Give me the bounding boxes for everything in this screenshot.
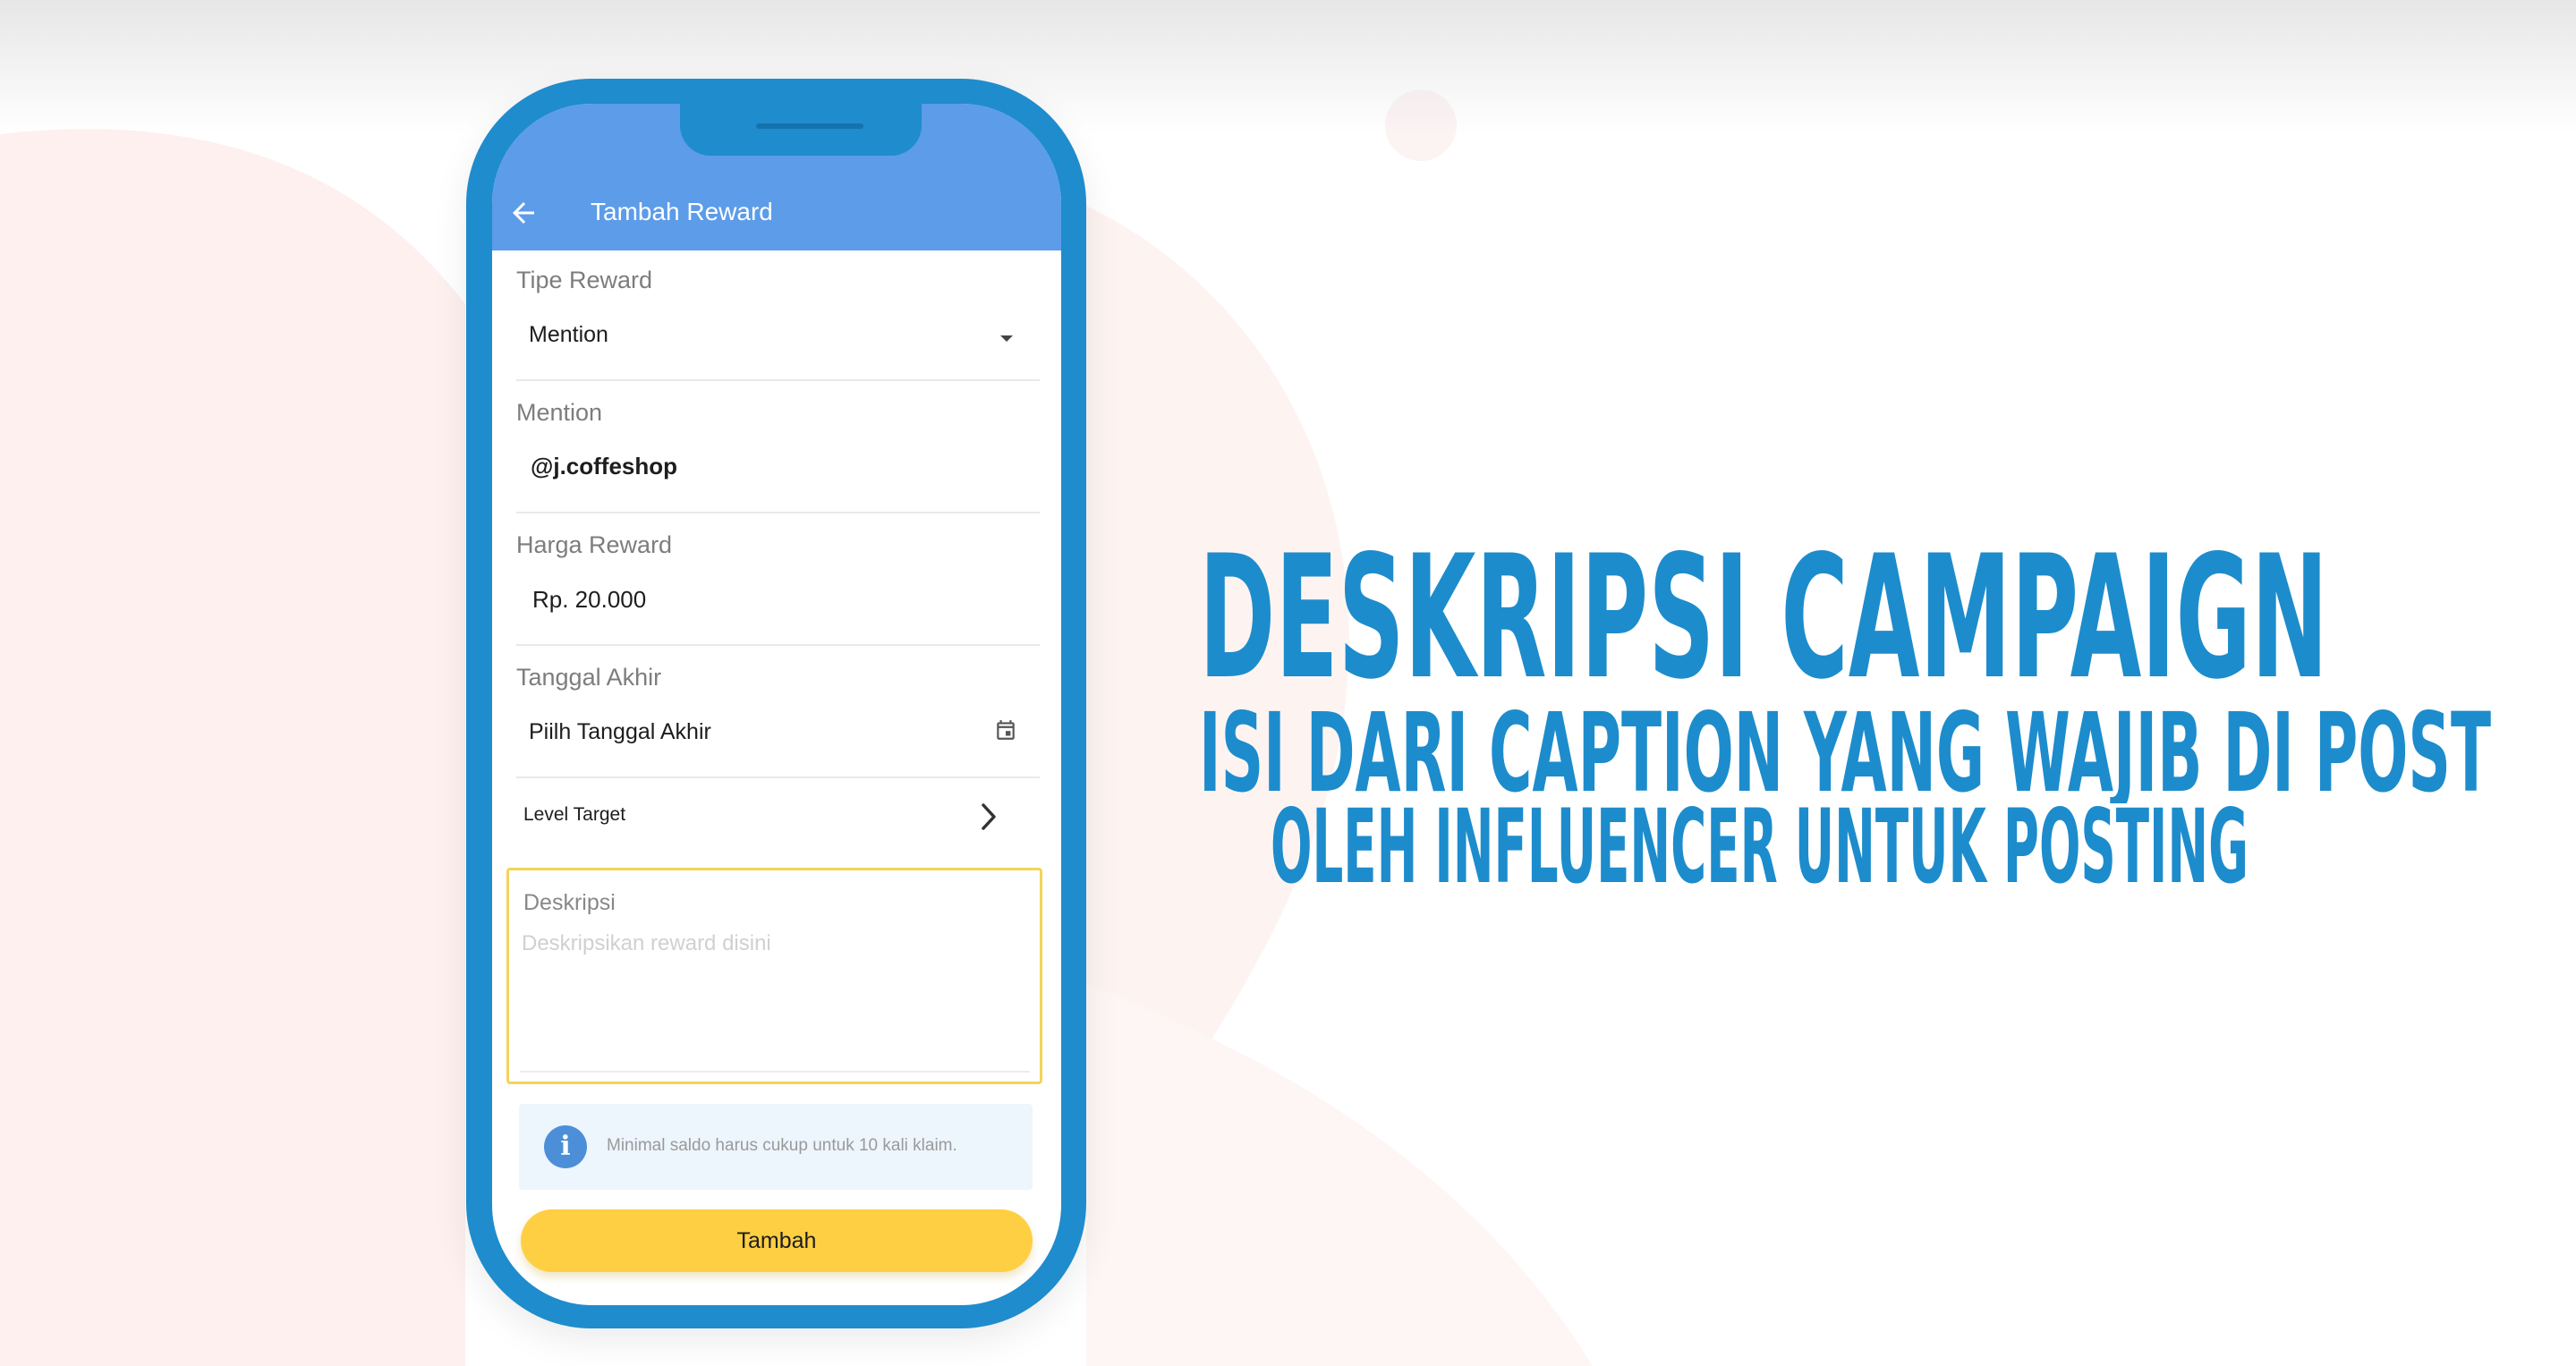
mention-field[interactable]: Mention @j.coffeshop bbox=[516, 399, 1040, 515]
info-banner: i Minimal saldo harus cukup untuk 10 kal… bbox=[519, 1104, 1033, 1190]
info-icon: i bbox=[544, 1125, 587, 1168]
divider bbox=[516, 644, 1040, 646]
chevron-right-icon bbox=[982, 803, 996, 830]
reward-type-dropdown[interactable]: Tipe Reward Mention bbox=[516, 267, 1040, 383]
end-date-picker[interactable]: Tanggal Akhir Piilh Tanggal Akhir bbox=[516, 664, 1040, 780]
app-bar-title: Tambah Reward bbox=[591, 198, 773, 225]
description-input[interactable] bbox=[520, 929, 1024, 1040]
mention-label: Mention bbox=[516, 399, 603, 426]
caret-down-icon bbox=[1000, 335, 1013, 342]
caption-heading-text: DESKRIPSI CAMPAIGN bbox=[1199, 542, 2328, 694]
calendar-icon[interactable] bbox=[994, 718, 1017, 742]
level-target-row[interactable]: Level Target bbox=[516, 768, 1040, 857]
info-text: Minimal saldo harus cukup untuk 10 kali … bbox=[607, 1136, 957, 1155]
top-shade bbox=[0, 0, 2576, 134]
arrow-left-icon[interactable] bbox=[507, 197, 540, 229]
end-date-value: Piilh Tanggal Akhir bbox=[529, 719, 711, 744]
caption-heading: DESKRIPSI CAMPAIGN bbox=[1199, 542, 2328, 694]
submit-button[interactable]: Tambah bbox=[521, 1209, 1033, 1272]
phone-frame: Tambah Reward Tipe Reward Mention Mentio… bbox=[466, 79, 1086, 1328]
mention-value: @j.coffeshop bbox=[531, 453, 678, 479]
divider bbox=[516, 379, 1040, 381]
divider bbox=[520, 1071, 1030, 1073]
phone-screen: Tambah Reward Tipe Reward Mention Mentio… bbox=[492, 104, 1061, 1305]
price-value: Rp. 20.000 bbox=[532, 586, 647, 613]
end-date-label: Tanggal Akhir bbox=[516, 664, 662, 691]
caption-line-2-text: OLEH INFLUENCER UNTUK POSTING bbox=[1271, 802, 2249, 895]
caption-line-2: OLEH INFLUENCER UNTUK POSTING bbox=[1271, 802, 2249, 895]
caption-line-1: ISI DARI CAPTION YANG WAJIB DI POST bbox=[1199, 705, 2491, 803]
speaker-grille bbox=[756, 123, 863, 129]
reward-type-value: Mention bbox=[529, 322, 608, 347]
level-target-label: Level Target bbox=[523, 804, 626, 825]
divider bbox=[516, 512, 1040, 513]
reward-type-label: Tipe Reward bbox=[516, 267, 653, 293]
description-label: Deskripsi bbox=[523, 890, 616, 915]
caption-line-1-text: ISI DARI CAPTION YANG WAJIB DI POST bbox=[1199, 705, 2491, 803]
price-field[interactable]: Harga Reward Rp. 20.000 bbox=[516, 531, 1040, 648]
description-field[interactable]: Deskripsi bbox=[506, 868, 1042, 1084]
price-label: Harga Reward bbox=[516, 531, 673, 558]
phone-notch bbox=[680, 104, 922, 156]
